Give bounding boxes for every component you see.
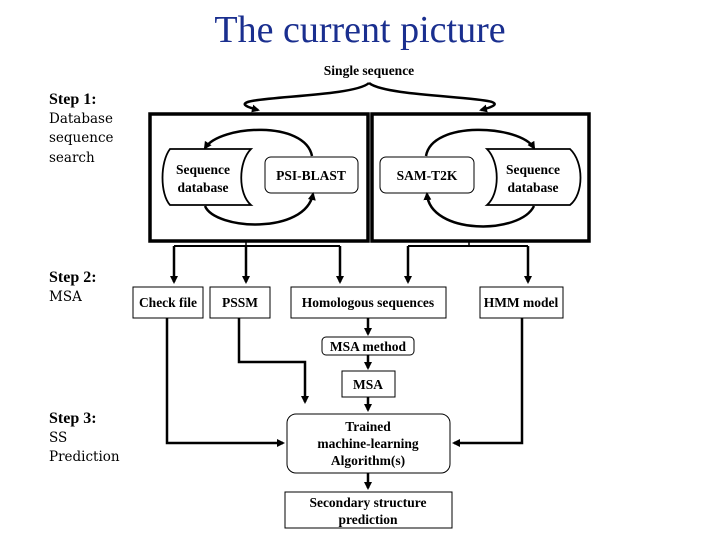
- secondary-structure-label: prediction: [338, 512, 397, 527]
- sam-t2k-label: SAM-T2K: [397, 168, 458, 183]
- check-file-label: Check file: [139, 295, 197, 310]
- homologous-sequences-label: Homologous sequences: [302, 295, 434, 310]
- right-sequence-database: [484, 148, 582, 206]
- right-database-label: Sequence: [506, 162, 560, 177]
- split-arrow-right: [368, 81, 496, 113]
- right-database-label: database: [507, 180, 558, 195]
- arrow-check-file-to-algorithm: [165, 318, 285, 447]
- psi-blast-label: PSI-BLAST: [276, 168, 346, 183]
- hmm-model-label: HMM model: [484, 295, 559, 310]
- secondary-structure-label: Secondary structure: [309, 495, 426, 510]
- pipeline-diagram: Single sequence Sequence database PSI-BL…: [132, 63, 591, 529]
- left-database-label: database: [177, 180, 228, 195]
- algorithm-label: Algorithm(s): [331, 453, 405, 468]
- msa-method-label: MSA method: [330, 339, 407, 354]
- split-arrow-left: [243, 81, 370, 113]
- arrow-pssm-to-algorithm: [237, 318, 309, 404]
- input-label: Single sequence: [324, 63, 414, 78]
- pssm-label: PSSM: [222, 295, 258, 310]
- msa-label: MSA: [353, 377, 383, 392]
- arrow-hmm-to-algorithm: [452, 318, 524, 447]
- algorithm-label: machine-learning: [317, 436, 418, 451]
- left-database-label: Sequence: [176, 162, 230, 177]
- left-sequence-database: [161, 148, 254, 206]
- algorithm-label: Trained: [345, 419, 391, 434]
